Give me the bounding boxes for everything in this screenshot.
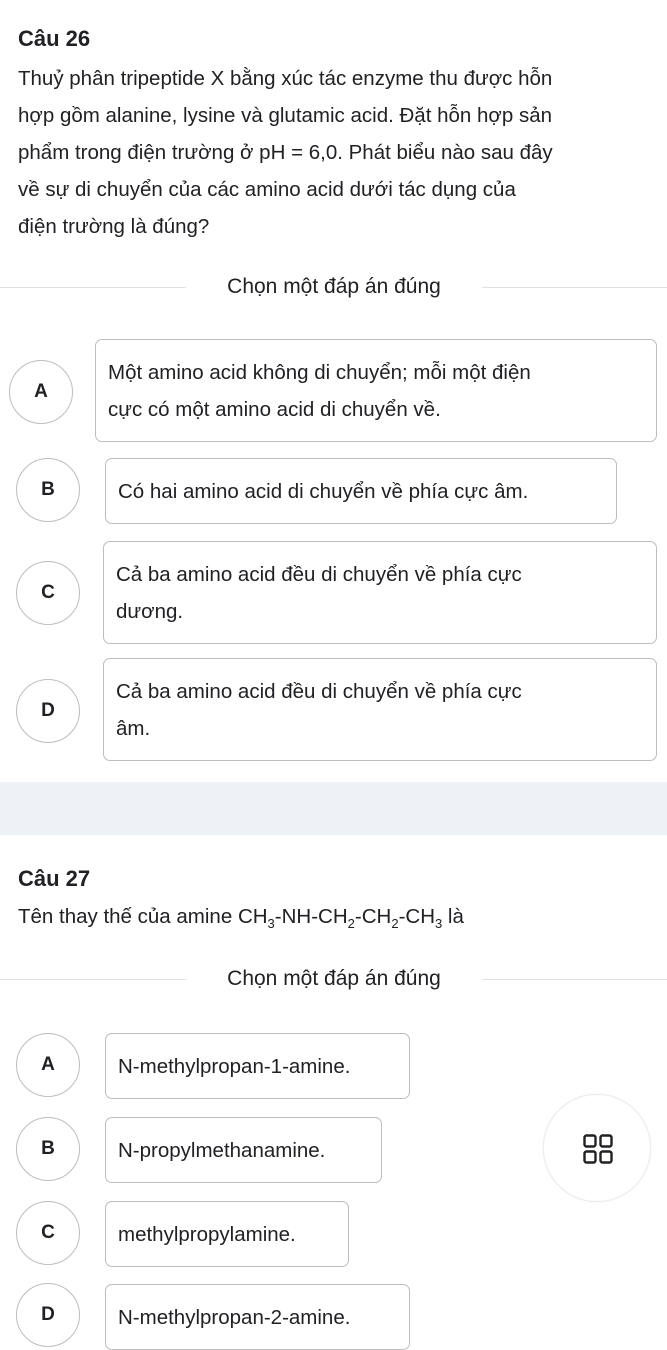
question-line: hợp gồm alanine, lysine và glutamic acid… <box>18 104 552 127</box>
formula-subscript: 3 <box>267 916 275 932</box>
option-d-text: Cả ba amino acid đều di chuyển về phía c… <box>116 673 522 747</box>
section-separator <box>0 782 667 835</box>
formula-subscript: 2 <box>347 916 355 932</box>
formula-part: -CH <box>398 905 435 928</box>
option-b-letter[interactable]: B <box>16 1117 80 1181</box>
option-c-text: methylpropylamine. <box>118 1222 296 1246</box>
option-text-line: dương. <box>116 599 184 623</box>
question-line: về sự di chuyển của các amino acid dưới … <box>18 178 516 201</box>
option-text-line: Cả ba amino acid đều di chuyển về phía c… <box>116 679 522 703</box>
option-d-button[interactable]: Cả ba amino acid đều di chuyển về phía c… <box>103 658 657 761</box>
option-d-letter[interactable]: D <box>16 1283 80 1347</box>
option-d-button[interactable]: N-methylpropan-2-amine. <box>105 1284 410 1350</box>
answer-prompt: Chọn một đáp án đúng <box>186 269 482 305</box>
question-26-text: Thuỷ phân tripeptide X bằng xúc tác enzy… <box>18 60 658 245</box>
option-a-button[interactable]: N-methylpropan-1-amine. <box>105 1033 410 1099</box>
option-a-letter[interactable]: A <box>16 1033 80 1097</box>
question-text-prefix: Tên thay thế của amine <box>18 905 238 928</box>
option-b-button[interactable]: Có hai amino acid di chuyển về phía cực … <box>105 458 617 524</box>
formula-part: -NH-CH <box>274 905 348 928</box>
option-a-text: N-methylpropan-1-amine. <box>118 1054 351 1078</box>
option-b-letter[interactable]: B <box>16 458 80 522</box>
option-c-text: Cả ba amino acid đều di chuyển về phía c… <box>116 556 522 630</box>
question-line: Thuỷ phân tripeptide X bằng xúc tác enzy… <box>18 67 553 90</box>
grid-icon <box>583 1134 613 1164</box>
option-text-line: Cả ba amino acid đều di chuyển về phía c… <box>116 562 522 586</box>
option-c-letter[interactable]: C <box>16 1201 80 1265</box>
option-a-text: Một amino acid không di chuyển; mỗi một … <box>108 354 531 428</box>
question-27-title: Câu 27 <box>18 866 91 891</box>
option-c-button[interactable]: Cả ba amino acid đều di chuyển về phía c… <box>103 541 657 644</box>
option-text-line: Một amino acid không di chuyển; mỗi một … <box>108 360 531 384</box>
question-text-suffix: là <box>442 905 464 928</box>
option-a-letter[interactable]: A <box>9 360 73 424</box>
option-b-button[interactable]: N-propylmethanamine. <box>105 1117 382 1183</box>
option-d-text: N-methylpropan-2-amine. <box>118 1305 351 1329</box>
option-b-text: N-propylmethanamine. <box>118 1138 326 1162</box>
formula-part: -CH <box>354 905 392 928</box>
formula-part: CH <box>237 905 268 928</box>
question-27-text: Tên thay thế của amine CH3-NH-CH2-CH2-CH… <box>18 898 658 942</box>
option-c-button[interactable]: methylpropylamine. <box>105 1201 349 1267</box>
option-text-line: cực có một amino acid di chuyển về. <box>108 397 441 421</box>
option-c-letter[interactable]: C <box>16 561 80 625</box>
question-grid-button[interactable] <box>543 1094 651 1202</box>
option-b-text: Có hai amino acid di chuyển về phía cực … <box>118 479 529 503</box>
option-d-letter[interactable]: D <box>16 679 80 743</box>
question-line: điện trường là đúng? <box>18 215 210 238</box>
question-line: phẩm trong điện trường ở pH = 6,0. Phát … <box>18 141 553 164</box>
option-a-button[interactable]: Một amino acid không di chuyển; mỗi một … <box>95 339 657 442</box>
option-text-line: âm. <box>116 716 151 740</box>
question-26-title: Câu 26 <box>18 26 91 51</box>
answer-prompt: Chọn một đáp án đúng <box>186 961 482 997</box>
formula-subscript: 2 <box>391 916 399 932</box>
amine-formula: CH3-NH-CH2-CH2-CH3 <box>237 905 442 932</box>
